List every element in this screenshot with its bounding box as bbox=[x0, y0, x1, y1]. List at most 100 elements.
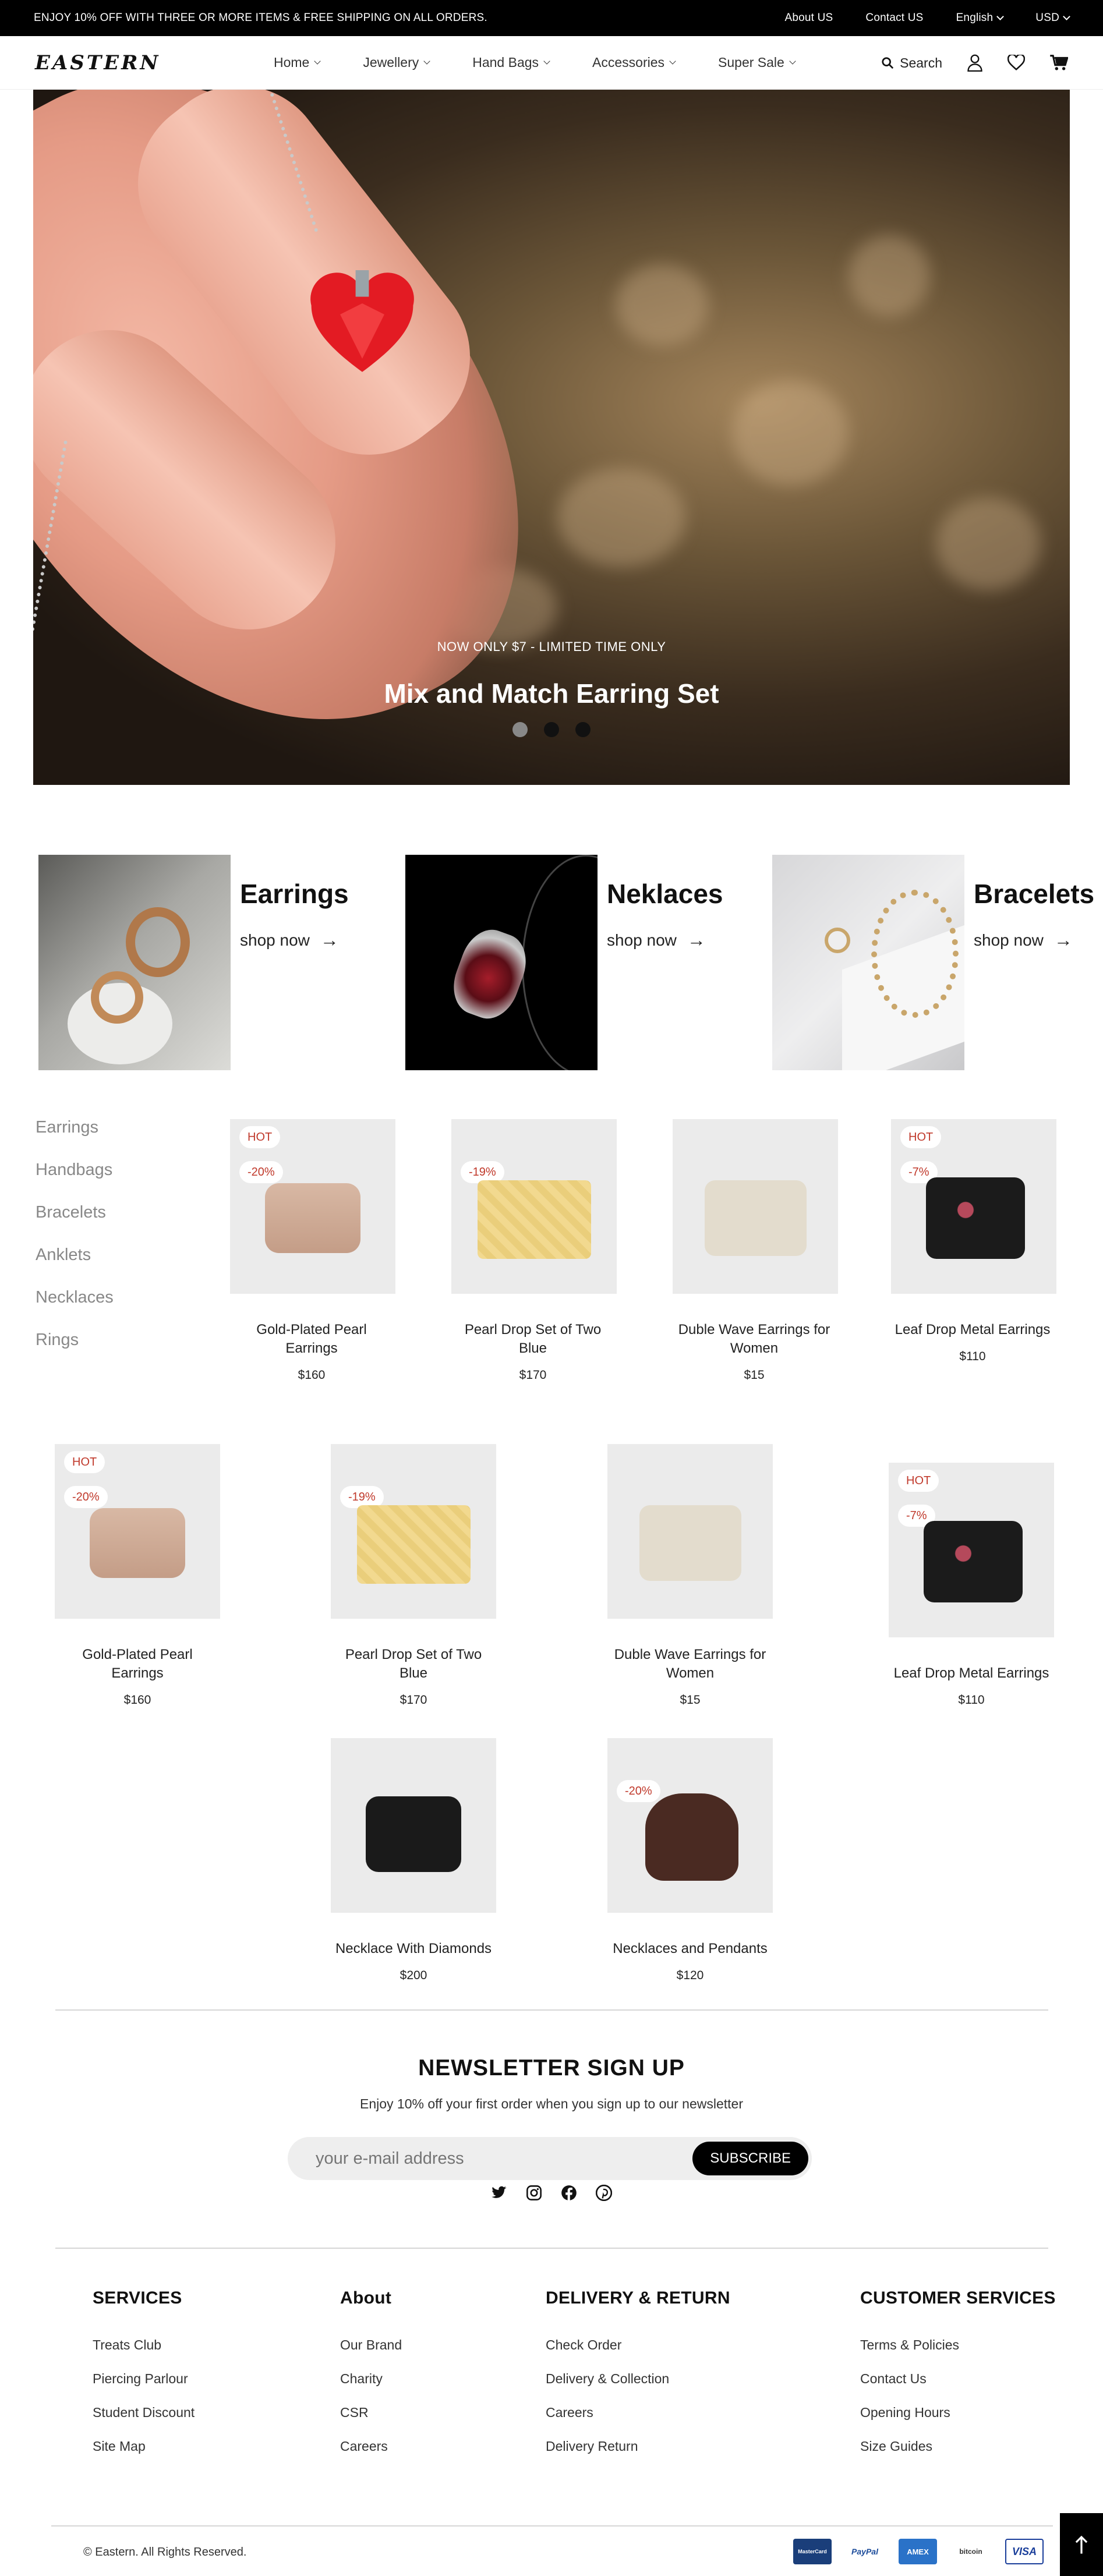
product-price: $200 bbox=[400, 1969, 427, 1982]
filter-bracelets[interactable]: Bracelets bbox=[36, 1203, 114, 1222]
header-actions: Search bbox=[881, 36, 1068, 90]
product-image: -19% bbox=[451, 1119, 617, 1294]
user-icon[interactable] bbox=[967, 54, 983, 72]
shop-now-link[interactable]: shop now → bbox=[974, 929, 1094, 951]
bokeh-light bbox=[936, 497, 1041, 590]
twitter-icon[interactable] bbox=[490, 2184, 508, 2202]
product-card[interactable]: Necklace With Diamonds $200 bbox=[331, 1738, 496, 1983]
footer-link[interactable]: Size Guides bbox=[860, 2439, 1056, 2454]
product-card[interactable]: -19% Pearl Drop Set of Two Blue $170 bbox=[451, 1119, 617, 1382]
product-card[interactable]: HOT -7% Leaf Drop Metal Earrings $110 bbox=[891, 1119, 1056, 1364]
nav-home[interactable]: Home bbox=[274, 55, 321, 70]
arrow-up-icon bbox=[1075, 2535, 1088, 2554]
carousel-dot-3[interactable] bbox=[575, 722, 591, 737]
pendant-chain-shape bbox=[522, 855, 598, 1070]
footer-link[interactable]: Student Discount bbox=[93, 2405, 195, 2421]
contact-us-link[interactable]: Contact US bbox=[865, 12, 923, 24]
nav-jewellery[interactable]: Jewellery bbox=[363, 55, 430, 70]
language-select[interactable]: English bbox=[956, 12, 1005, 24]
hero-subtitle: NOW ONLY $7 - LIMITED TIME ONLY bbox=[437, 639, 666, 654]
nav-label: Hand Bags bbox=[472, 55, 539, 70]
shop-now-link[interactable]: shop now → bbox=[240, 929, 349, 951]
product-card[interactable]: Duble Wave Earrings for Women $15 bbox=[673, 1119, 838, 1382]
logo[interactable]: EASTERN bbox=[35, 51, 274, 75]
footer-link[interactable]: Charity bbox=[340, 2371, 402, 2387]
chevron-down-icon bbox=[543, 58, 550, 65]
filter-rings[interactable]: Rings bbox=[36, 1331, 114, 1350]
copyright-text: © Eastern. All Rights Reserved. bbox=[83, 2546, 247, 2559]
bracelet-shape bbox=[871, 890, 959, 1018]
payment-label: bitcoin bbox=[959, 2547, 982, 2556]
product-card[interactable]: -20% Necklaces and Pendants $120 bbox=[607, 1738, 773, 1983]
footer-link[interactable]: Our Brand bbox=[340, 2337, 402, 2353]
product-name: Gold-Plated Pearl Earrings bbox=[82, 1647, 193, 1681]
facebook-icon[interactable] bbox=[560, 2184, 578, 2202]
footer-link[interactable]: CSR bbox=[340, 2405, 402, 2421]
product-image: HOT -7% bbox=[891, 1119, 1056, 1294]
cart-icon[interactable] bbox=[1049, 54, 1068, 72]
product-image: HOT -20% bbox=[55, 1444, 220, 1619]
footer-link[interactable]: Delivery & Collection bbox=[546, 2371, 730, 2387]
chevron-down-icon bbox=[1063, 13, 1070, 20]
footer-link[interactable]: Piercing Parlour bbox=[93, 2371, 195, 2387]
instagram-icon[interactable] bbox=[525, 2184, 543, 2202]
footer-link[interactable]: Treats Club bbox=[93, 2337, 195, 2353]
footer-link[interactable]: Careers bbox=[546, 2405, 730, 2421]
bag-shape bbox=[265, 1183, 360, 1253]
product-image: -19% bbox=[331, 1444, 496, 1619]
hoop-earring-shape bbox=[91, 971, 143, 1024]
footer-link[interactable]: Opening Hours bbox=[860, 2405, 1056, 2421]
category-earrings[interactable]: Earrings shop now → bbox=[38, 855, 349, 1070]
category-bracelets[interactable]: Bracelets shop now → bbox=[772, 855, 1094, 1070]
filter-necklaces[interactable]: Necklaces bbox=[36, 1288, 114, 1307]
section-divider bbox=[55, 2009, 1048, 2011]
back-to-top-button[interactable] bbox=[1060, 2513, 1103, 2576]
hoop-earring-shape bbox=[126, 907, 190, 977]
category-necklaces[interactable]: Neklaces shop now → bbox=[405, 855, 723, 1070]
carousel-dot-1[interactable] bbox=[512, 722, 528, 737]
bag-shape bbox=[357, 1505, 471, 1584]
about-us-link[interactable]: About US bbox=[784, 12, 833, 24]
arrow-right-icon: → bbox=[687, 929, 706, 950]
heart-icon[interactable] bbox=[1007, 55, 1025, 71]
payment-label: VISA bbox=[1012, 2545, 1037, 2557]
footer-link[interactable]: Careers bbox=[340, 2439, 402, 2454]
nav-hand-bags[interactable]: Hand Bags bbox=[472, 55, 550, 70]
footer-link[interactable]: Delivery Return bbox=[546, 2439, 730, 2454]
filter-earrings[interactable]: Earrings bbox=[36, 1118, 114, 1137]
product-card[interactable]: -19% Pearl Drop Set of Two Blue $170 bbox=[331, 1444, 496, 1707]
email-input[interactable] bbox=[316, 2149, 665, 2168]
shop-now-link[interactable]: shop now → bbox=[607, 929, 723, 951]
bag-shape bbox=[926, 1177, 1025, 1259]
shop-now-label: shop now bbox=[607, 930, 677, 949]
filter-handbags[interactable]: Handbags bbox=[36, 1160, 114, 1180]
footer-column-title: CUSTOMER SERVICES bbox=[860, 2288, 1056, 2308]
footer-link[interactable]: Check Order bbox=[546, 2337, 730, 2353]
product-card[interactable]: HOT -20% Gold-Plated Pearl Earrings $160 bbox=[230, 1119, 395, 1382]
carousel-dot-2[interactable] bbox=[544, 722, 559, 737]
nav-super-sale[interactable]: Super Sale bbox=[718, 55, 796, 70]
nav-accessories[interactable]: Accessories bbox=[592, 55, 676, 70]
footer-column-delivery: DELIVERY & RETURN Check Order Delivery &… bbox=[546, 2288, 730, 2472]
product-price: $15 bbox=[744, 1368, 765, 1382]
product-name: Duble Wave Earrings for Women bbox=[678, 1322, 830, 1356]
bag-shape bbox=[705, 1180, 807, 1256]
hero-banner[interactable]: NOW ONLY $7 - LIMITED TIME ONLY Mix and … bbox=[33, 90, 1070, 785]
footer-link[interactable]: Contact Us bbox=[860, 2371, 1056, 2387]
arrow-right-icon: → bbox=[320, 929, 339, 950]
bag-shape bbox=[366, 1796, 461, 1872]
product-card[interactable]: HOT -7% Leaf Drop Metal Earrings $110 bbox=[878, 1463, 1065, 1707]
search-button[interactable]: Search bbox=[881, 55, 942, 71]
chevron-down-icon bbox=[669, 58, 676, 65]
footer-link[interactable]: Terms & Policies bbox=[860, 2337, 1056, 2353]
announcement-bar: ENJOY 10% OFF WITH THREE OR MORE ITEMS &… bbox=[0, 0, 1103, 36]
subscribe-button[interactable]: SUBSCRIBE bbox=[692, 2142, 808, 2175]
product-card[interactable]: Duble Wave Earrings for Women $15 bbox=[607, 1444, 773, 1707]
pinterest-icon[interactable] bbox=[595, 2184, 613, 2202]
currency-select[interactable]: USD bbox=[1035, 12, 1070, 24]
page: ENJOY 10% OFF WITH THREE OR MORE ITEMS &… bbox=[0, 0, 1103, 2576]
product-card[interactable]: HOT -20% Gold-Plated Pearl Earrings $160 bbox=[55, 1444, 220, 1707]
filter-anklets[interactable]: Anklets bbox=[36, 1245, 114, 1265]
footer-link[interactable]: Site Map bbox=[93, 2439, 195, 2454]
footer-column-services: SERVICES Treats Club Piercing Parlour St… bbox=[93, 2288, 195, 2472]
